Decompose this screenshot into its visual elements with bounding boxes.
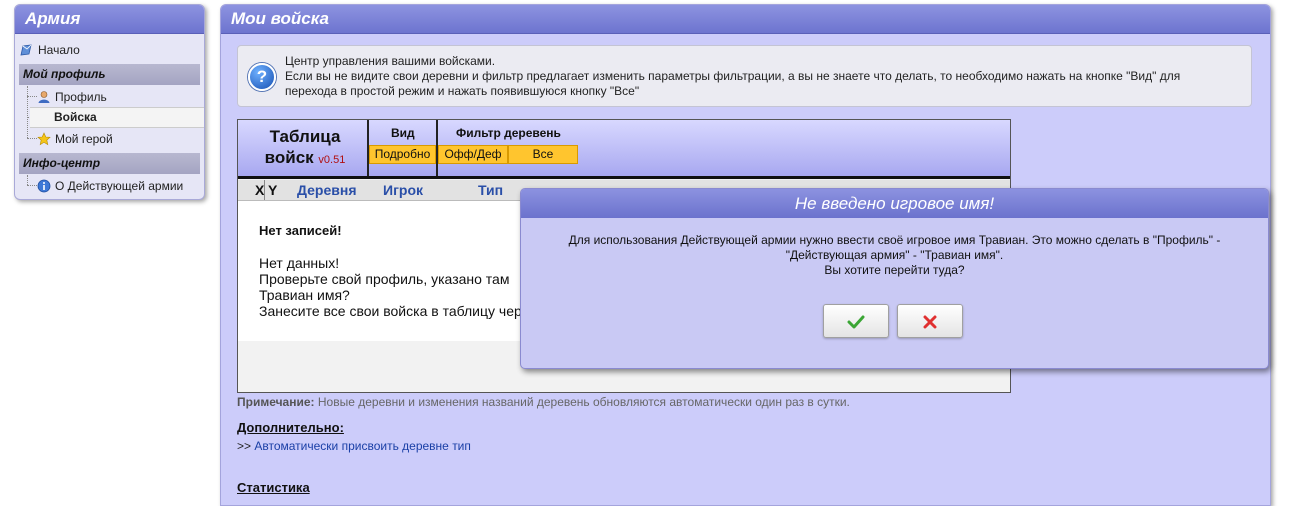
version-label: v0.51 [318,154,346,166]
sidebar-item-home-label: Начало [38,43,80,57]
help-icon: ? [248,63,276,91]
info-box: ? Центр управления вашими войсками. Если… [237,45,1252,107]
info-line-2: Если вы не видите свои деревни и фильтр … [285,69,1181,98]
sidebar-section-profile: Мой профиль [19,64,200,85]
cross-icon [923,315,937,329]
empty-line: Проверьте свой профиль, указано там [259,271,510,287]
filter-all-button[interactable]: Все [508,145,578,164]
empty-line: Нет данных! [259,255,340,271]
confirm-button[interactable] [823,304,889,338]
additional-prefix: >> [237,439,255,453]
check-icon [847,315,865,329]
empty-line: Занесите все свои войска в таблицу чер [259,303,522,319]
note-label: Примечание: [237,395,315,409]
info-line-1: Центр управления вашими войсками. [285,54,496,68]
view-detailed-button[interactable]: Подробно [369,145,436,164]
sidebar-item-home[interactable]: Начало [15,40,204,60]
sidebar-item-hero-label: Мой герой [55,132,113,146]
column-village[interactable]: Деревня [297,180,357,200]
empty-title: Нет записей! [259,223,342,238]
troops-table-title: Таблица войск v0.51 [246,126,364,171]
column-divider [264,180,266,200]
dialog-title: Не введено игровое имя! [521,189,1268,218]
note-text: Новые деревни и изменения названий дерев… [314,395,850,409]
note: Примечание: Новые деревни и изменения на… [237,395,850,409]
page-title: Мои войска [221,5,1270,34]
star-icon [37,132,51,146]
sidebar-section-info: Инфо-центр [19,153,200,174]
info-text: Центр управления вашими войсками. Если в… [285,54,1235,99]
sidebar-title: Армия [15,5,204,34]
column-type[interactable]: Тип [478,180,503,200]
dialog-message-line3: Вы хотите перейти туда? [824,263,965,277]
info-icon [37,179,51,193]
empty-message: Нет данных! Проверьте свой профиль, указ… [259,255,522,319]
filter-label: Фильтр деревень [456,126,561,140]
troops-table-header: Таблица войск v0.51 Вид Подробно Фильтр … [238,120,1010,179]
stats-heading[interactable]: Статистика [237,480,310,495]
additional-item: >> Автоматически присвоить деревне тип [237,439,471,453]
user-icon [38,91,50,103]
auto-assign-type-link[interactable]: Автоматически присвоить деревне тип [254,439,471,453]
troops-table-title-line1: Таблица [269,127,341,146]
cancel-button[interactable] [897,304,963,338]
dialog-message: Для использования Действующей армии нужн… [541,233,1248,278]
column-y[interactable]: Y [268,180,277,200]
sidebar: Армия Начало Мой профиль Профиль Войска … [14,4,205,200]
home-icon [20,44,32,56]
sidebar-item-troops[interactable]: Войска [30,107,204,128]
additional-heading: Дополнительно: [237,420,344,435]
column-x[interactable]: X [255,180,264,200]
dialog-message-line1: Для использования Действующей армии нужн… [568,233,1221,247]
sidebar-item-hero[interactable]: Мой герой [15,129,204,149]
sidebar-item-troops-label: Войска [54,110,97,124]
sidebar-item-profile[interactable]: Профиль [15,87,204,107]
troops-table-title-line2: войск [264,148,314,167]
sidebar-item-about-label: О Действующей армии [55,179,184,193]
sidebar-item-profile-label: Профиль [55,90,107,104]
sidebar-item-about[interactable]: О Действующей армии [15,176,204,196]
filter-offdef-button[interactable]: Офф/Деф [438,145,508,164]
view-label: Вид [391,126,415,140]
dialog-message-line2: "Действующая армия" - "Травиан имя". [785,248,1004,262]
no-game-name-dialog: Не введено игровое имя! Для использовани… [520,188,1269,369]
troops-table-title-line2-wrap: войск v0.51 [246,147,364,171]
empty-line: Травиан имя? [259,287,350,303]
column-player[interactable]: Игрок [383,180,423,200]
